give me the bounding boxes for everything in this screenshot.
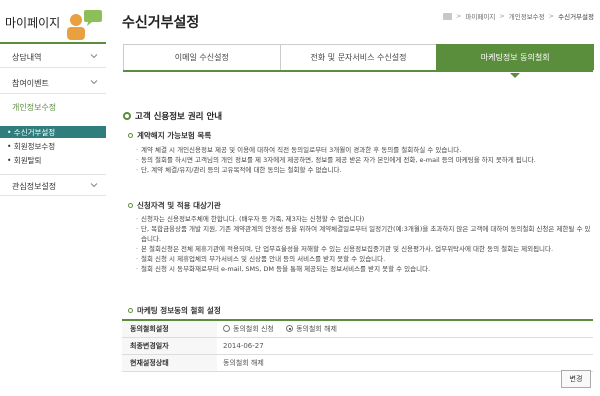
circle-bullet-icon — [128, 133, 133, 138]
subheading-text: 신청자격 및 적용 대상기관 — [137, 201, 221, 210]
sidebar-subitem-label: • 회원탈퇴 — [7, 156, 42, 165]
radio-apply-withdraw[interactable]: 동의철회 신청 — [223, 324, 274, 334]
tab-email-settings[interactable]: 이메일 수신설정 — [123, 44, 281, 70]
home-icon[interactable] — [442, 12, 452, 20]
circle-bullet-icon — [123, 112, 131, 120]
list-item: 철회 신청 시 동부화재로부터 e-mail, SMS, DM 등을 통해 제공… — [136, 264, 592, 274]
subheading-terminable: 계약해지 가능보험 목록 — [128, 130, 211, 141]
table-row: 최종변경일자 2014-06-27 — [122, 337, 593, 355]
section-title: 고객 신용정보 권리 안내 — [135, 112, 223, 122]
list-item: 계약 체결 시 개인신용정보 제공 및 이용에 대하여 직전 동의일로부터 3개… — [136, 145, 592, 155]
subheading-text: 계약해지 가능보험 목록 — [137, 131, 212, 140]
consent-radio-group: 동의철회 신청 동의철회 해제 — [217, 320, 593, 338]
circle-bullet-icon — [128, 203, 133, 208]
sidebar-subitem-edit-member[interactable]: • 회원정보수정 — [0, 140, 106, 152]
breadcrumb-separator: > — [455, 12, 462, 20]
last-changed-date: 2014-06-27 — [217, 337, 593, 355]
list-item: 철회 신청 시 제휴업체의 부가서비스 및 신상품 안내 등의 서비스를 받지 … — [136, 254, 592, 264]
sidebar: 마이페이지 상담내역 참여이벤트 개인정보수정 • 수신거부설정 • 회원정보수… — [0, 0, 106, 396]
tab-marketing-consent[interactable]: 마케팅정보 동의철회 — [436, 44, 595, 78]
change-button[interactable]: 변경 — [561, 370, 591, 388]
consent-settings-table: 동의철회설정 동의철회 신청 동의철회 해제 최종변경일자 2014-06-27… — [122, 319, 593, 372]
sidebar-subitem-opt-out[interactable]: • 수신거부설정 — [0, 126, 106, 138]
list-item: 동의 철회를 하시면 고객님의 개인 정보를 제 3자에게 제공하면, 정보를 … — [136, 155, 592, 165]
tab-active-arrow — [510, 73, 521, 78]
sidebar-subitem-label: • 회원정보수정 — [7, 142, 56, 151]
breadcrumb: > 마이페이지 > 개인정보수정 > 수신거부설정 — [442, 11, 594, 21]
info-list-2: 신청자는 신용정보주체에 한합니다. (배우자 등 가족, 제3자는 신청할 수… — [136, 214, 592, 274]
sidebar-item-label: 참여이벤트 — [12, 79, 49, 88]
list-item: 신청자는 신용정보주체에 한합니다. (배우자 등 가족, 제3자는 신청할 수… — [136, 214, 592, 224]
sidebar-subitem-withdraw[interactable]: • 회원탈퇴 — [0, 154, 106, 166]
sidebar-subitem-label: • 수신거부설정 — [7, 128, 56, 137]
list-item: 단, 복합금융상품 개발 지원, 기존 계약관계의 안정성 등을 위하여 계약체… — [136, 224, 592, 244]
radio-label: 동의철회 신청 — [233, 324, 274, 333]
sidebar-title: 마이페이지 — [5, 16, 61, 30]
person-chat-icon — [67, 10, 102, 40]
row-label: 현재설정상태 — [122, 354, 217, 372]
radio-circle-selected[interactable] — [286, 325, 294, 332]
table-row: 동의철회설정 동의철회 신청 동의철회 해제 — [122, 320, 593, 338]
subheading-eligibility: 신청자격 및 적용 대상기관 — [128, 200, 221, 211]
breadcrumb-current: 수신거부설정 — [558, 13, 594, 21]
chevron-down-icon — [90, 54, 98, 59]
chevron-down-icon — [90, 80, 98, 85]
breadcrumb-separator: > — [548, 12, 555, 20]
list-item: 단, 계약 체결/유지/관리 등의 고유목적에 대한 동의는 철회할 수 없습니… — [136, 165, 592, 175]
circle-bullet-icon — [128, 308, 133, 313]
breadcrumb-item[interactable]: 개인정보수정 — [509, 11, 545, 21]
subheading-marketing-withdraw: 마케팅 정보동의 철회 설정 — [128, 305, 221, 316]
breadcrumb-item[interactable]: 마이페이지 — [465, 11, 495, 21]
sidebar-header: 마이페이지 — [0, 0, 106, 44]
list-item: 본 철회신청은 전체 제휴기관에 적용되며, 단 업무효율성을 저해할 수 있는… — [136, 244, 592, 254]
tab-phone-sms-settings[interactable]: 전화 및 문자서비스 수신설정 — [279, 44, 438, 70]
breadcrumb-separator: > — [499, 12, 505, 20]
subheading-text: 마케팅 정보동의 철회 설정 — [137, 306, 221, 315]
tab-bar: 이메일 수신설정 전화 및 문자서비스 수신설정 마케팅정보 동의철회 — [123, 44, 595, 78]
row-label: 동의철회설정 — [122, 320, 217, 338]
sidebar-item-label: 개인정보수정 — [12, 103, 57, 112]
sidebar-item-label: 관심정보설정 — [12, 182, 57, 191]
tab-label: 마케팅정보 동의철회 — [480, 53, 550, 62]
radio-circle[interactable] — [223, 325, 230, 332]
sidebar-item-consultations[interactable]: 상담내역 — [0, 46, 106, 68]
current-status: 동의철회 해제 — [217, 354, 593, 372]
table-row: 현재설정상태 동의철회 해제 — [122, 354, 593, 372]
sidebar-item-edit-info[interactable]: 개인정보수정 — [0, 96, 106, 118]
sidebar-item-interests[interactable]: 관심정보설정 — [0, 174, 106, 196]
sidebar-item-label: 상담내역 — [12, 53, 42, 62]
radio-cancel-withdraw[interactable]: 동의철회 해제 — [286, 324, 337, 334]
chevron-down-icon — [90, 183, 98, 188]
section-heading: 고객 신용정보 권리 안내 — [123, 110, 222, 122]
info-list-1: 계약 체결 시 개인신용정보 제공 및 이용에 대하여 직전 동의일로부터 3개… — [136, 145, 592, 175]
row-label: 최종변경일자 — [122, 337, 217, 355]
radio-label: 동의철회 해제 — [296, 324, 337, 333]
sidebar-item-events[interactable]: 참여이벤트 — [0, 72, 106, 94]
page-title: 수신거부설정 — [122, 15, 200, 31]
